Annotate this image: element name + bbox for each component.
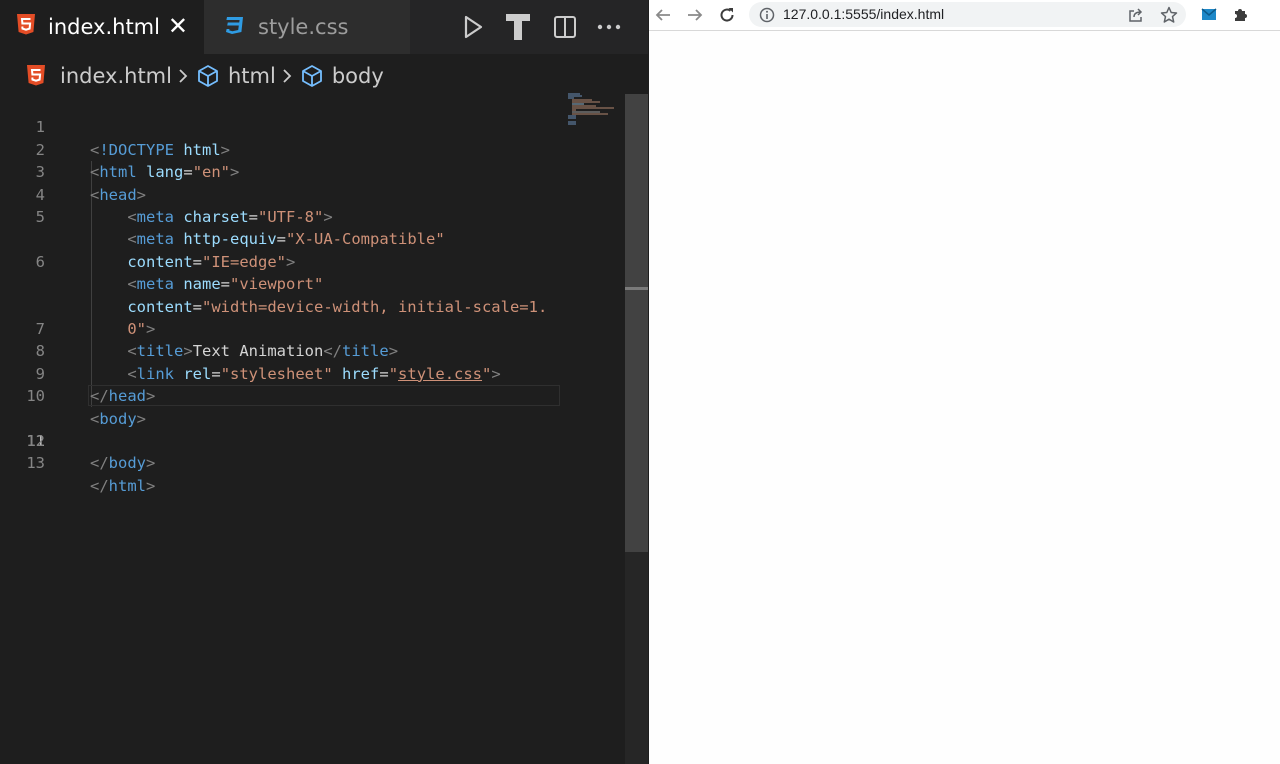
browser-window: 127.0.0.1:5555/index.html	[649, 0, 1280, 764]
address-bar[interactable]: 127.0.0.1:5555/index.html	[749, 2, 1186, 27]
code-line: 5 <meta http-equiv="X-UA-Compatible"	[0, 184, 560, 248]
code-line-wrap: 0">	[127, 319, 156, 338]
browser-viewport[interactable]	[649, 31, 1280, 764]
breadcrumb-label: body	[331, 64, 384, 88]
scrollbar-cursor-marker	[625, 287, 648, 290]
url-text: 127.0.0.1:5555/index.html	[783, 6, 945, 22]
bookmark-star-icon[interactable]	[1157, 3, 1181, 27]
code-line-current[interactable]: 11	[0, 385, 560, 450]
text-format-icon[interactable]	[503, 12, 533, 42]
symbol-element-icon	[196, 64, 220, 88]
current-line-highlight	[88, 385, 560, 407]
extension-icon[interactable]	[1197, 3, 1221, 27]
code-line: 7 <title>Text Animation</title>	[0, 296, 560, 360]
vertical-scrollbar[interactable]	[625, 94, 648, 764]
back-arrow-icon[interactable]	[651, 3, 675, 27]
line-number: 13	[26, 454, 45, 473]
code-line: 1 <!DOCTYPE html>	[0, 94, 560, 158]
html5-icon	[26, 65, 46, 87]
reload-icon[interactable]	[715, 3, 739, 27]
run-icon[interactable]	[458, 12, 488, 42]
code-line: 4 <meta charset="UTF-8">	[0, 161, 560, 226]
split-editor-icon[interactable]	[550, 12, 580, 42]
chevron-right-icon	[178, 68, 188, 84]
browser-toolbar: 127.0.0.1:5555/index.html	[649, 0, 1280, 31]
close-icon[interactable]: ✕	[168, 12, 188, 40]
breadcrumb-item-html[interactable]: html	[196, 64, 276, 88]
symbol-element-icon	[300, 64, 324, 88]
puzzle-icon[interactable]	[1229, 3, 1253, 27]
code-line: 9 </head>	[0, 340, 560, 405]
code-line: 13 </html>	[0, 430, 560, 494]
breadcrumb-item-body[interactable]: body	[300, 64, 384, 88]
chevron-right-icon	[282, 68, 292, 84]
editor-tab-bar: index.html ✕ style.css	[0, 0, 648, 54]
minimap[interactable]	[566, 92, 622, 132]
tab-label: style.css	[258, 15, 349, 39]
code-line-wrap: content="IE=edge">	[127, 252, 296, 271]
code-line: 2 <html lang="en">	[0, 116, 560, 181]
code-line: 10 <body>	[0, 363, 560, 427]
forward-arrow-icon[interactable]	[683, 3, 707, 27]
breadcrumb-label: html	[227, 64, 276, 88]
tab-label: index.html	[48, 15, 160, 39]
tab-style-css[interactable]: style.css	[204, 0, 410, 54]
code-line: 8 <link rel="stylesheet" href="style.css…	[0, 318, 560, 382]
code-line: 3 <head>	[0, 139, 560, 203]
scrollbar-thumb[interactable]	[625, 94, 648, 552]
tab-index-html[interactable]: index.html ✕	[0, 0, 204, 54]
code-line-wrap: content="width=device-width, initial-sca…	[127, 297, 548, 316]
code-area[interactable]: 1 <!DOCTYPE html> 2 <html lang="en"> 3 <…	[0, 94, 560, 495]
html5-icon	[16, 14, 36, 40]
site-info-icon[interactable]	[755, 3, 779, 27]
code-line: 6 <meta name="viewport"	[0, 228, 560, 293]
breadcrumb: index.html html body	[0, 58, 648, 94]
breadcrumb-label: index.html	[60, 64, 172, 88]
code-line: 12 </body>	[0, 407, 560, 472]
share-icon[interactable]	[1124, 3, 1148, 27]
breadcrumb-item-file[interactable]: index.html	[26, 64, 172, 88]
code-editor: index.html ✕ style.css index.html html b…	[0, 0, 648, 764]
more-actions-icon[interactable]	[594, 12, 624, 42]
css3-icon	[224, 14, 246, 40]
